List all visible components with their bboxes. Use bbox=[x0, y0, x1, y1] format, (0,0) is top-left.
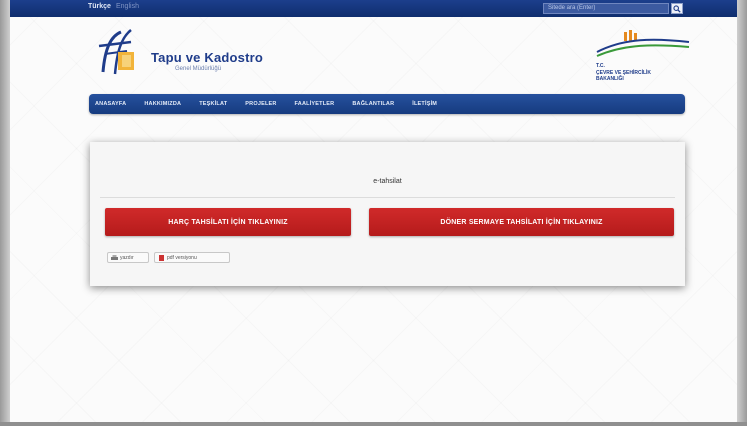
language-link-turkish[interactable]: Türkçe bbox=[88, 3, 111, 10]
window-frame-left bbox=[0, 0, 10, 426]
site-subtitle: Genel Müdürlüğü bbox=[175, 66, 222, 72]
search-button[interactable] bbox=[671, 3, 683, 14]
nav-item-hakkimizda[interactable]: HAKKIMIZDA bbox=[144, 101, 181, 107]
print-label: yazdır bbox=[120, 254, 134, 261]
search-icon bbox=[673, 4, 681, 13]
pdf-button[interactable]: pdf versiyonu bbox=[154, 252, 230, 263]
ministry-logo-icon bbox=[596, 30, 690, 57]
nav-item-iletisim[interactable]: İLETİŞİM bbox=[412, 101, 437, 107]
nav-item-baglantilar[interactable]: BAĞLANTILAR bbox=[352, 101, 394, 107]
e-tahsilat-panel: e-tahsilat HARÇ TAHSİLATI İÇİN TIKLAYINI… bbox=[90, 142, 685, 286]
ministry-line-3: BAKANLIĞI bbox=[596, 76, 624, 82]
printer-icon bbox=[111, 254, 118, 260]
window-frame-right bbox=[737, 0, 747, 426]
nav-item-anasayfa[interactable]: ANASAYFA bbox=[95, 101, 126, 107]
search-input[interactable]: Sitede ara (Enter) bbox=[543, 3, 669, 14]
window-frame-bottom bbox=[0, 422, 747, 426]
doner-sermaye-tahsilati-button[interactable]: DÖNER SERMAYE TAHSİLATI İÇİN TIKLAYINIZ bbox=[369, 208, 674, 236]
page: Türkçe English Sitede ara (Enter) Tapu v… bbox=[10, 0, 737, 422]
ministry-name: T.C. ÇEVRE VE ŞEHİRCİLİK BAKANLIĞI bbox=[596, 63, 676, 83]
main-nav: ANASAYFA HAKKIMIZDA TEŞKİLAT PROJELER FA… bbox=[89, 94, 685, 114]
pdf-icon bbox=[159, 254, 164, 261]
divider bbox=[100, 197, 675, 198]
harc-tahsilati-button[interactable]: HARÇ TAHSİLATI İÇİN TIKLAYINIZ bbox=[105, 208, 351, 236]
site-title: Tapu ve Kadostro bbox=[151, 50, 264, 65]
nav-item-faaliyetler[interactable]: FAALİYETLER bbox=[295, 101, 335, 107]
pdf-label: pdf versiyonu bbox=[167, 254, 197, 261]
nav-item-teskilat[interactable]: TEŞKİLAT bbox=[199, 101, 227, 107]
print-button[interactable]: yazdır bbox=[107, 252, 149, 263]
nav-item-projeler[interactable]: PROJELER bbox=[245, 101, 276, 107]
language-link-english[interactable]: English bbox=[116, 3, 139, 10]
panel-title: e-tahsilat bbox=[373, 178, 402, 185]
tkgm-logo-icon[interactable] bbox=[91, 28, 143, 76]
top-bar: Türkçe English Sitede ara (Enter) bbox=[10, 0, 737, 17]
